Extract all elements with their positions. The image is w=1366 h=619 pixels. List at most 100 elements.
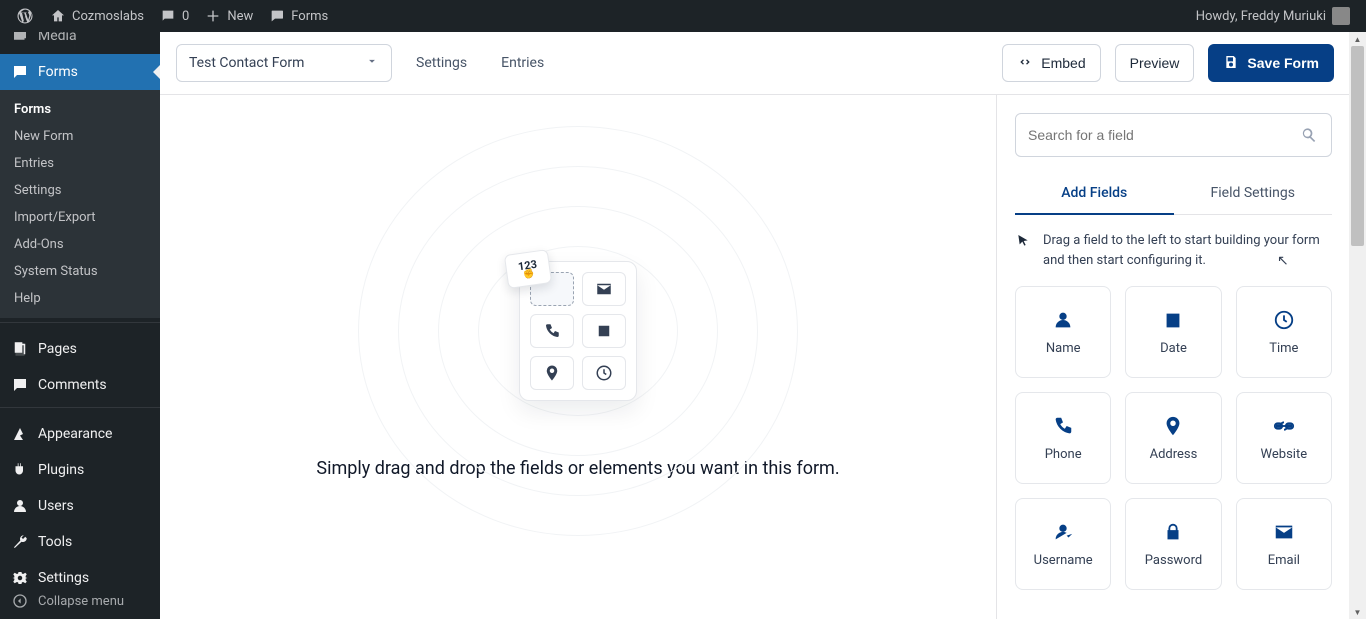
search-input[interactable]: [1028, 127, 1291, 143]
new-link[interactable]: New: [197, 0, 261, 32]
entries-link[interactable]: Entries: [491, 55, 554, 71]
fields-panel: Add Fields Field Settings Drag a field t…: [996, 95, 1350, 619]
plus-icon: [205, 8, 221, 24]
fields-grid: Name Date Time Phone Address Website Username P…: [1015, 286, 1332, 590]
website-icon: [1273, 415, 1295, 437]
submenu-system-status[interactable]: System Status: [0, 258, 160, 285]
forms-bubble-icon: [269, 8, 285, 24]
submenu-help[interactable]: Help: [0, 285, 160, 312]
field-search[interactable]: [1015, 113, 1332, 157]
collapse-menu[interactable]: Collapse menu: [0, 582, 160, 619]
field-label: Username: [1034, 553, 1093, 568]
submenu-settings[interactable]: Settings: [0, 177, 160, 204]
admin-sidebar: Media Forms Forms New Form Entries Setti…: [0, 32, 160, 619]
field-name[interactable]: Name: [1015, 286, 1111, 378]
avatar-icon: [1332, 7, 1350, 25]
page-scrollbar[interactable]: ▲ ▼: [1349, 32, 1366, 619]
scroll-thumb[interactable]: [1351, 46, 1364, 246]
settings-link[interactable]: Settings: [406, 55, 477, 71]
wordpress-icon: [16, 7, 34, 25]
forms-submenu: Forms New Form Entries Settings Import/E…: [0, 90, 160, 318]
address-icon: [1162, 415, 1184, 437]
editor-topbar: Test Contact Form Settings Entries Embed…: [160, 32, 1350, 95]
field-label: Name: [1046, 341, 1081, 356]
users-icon: [10, 496, 30, 516]
new-label: New: [227, 9, 253, 24]
site-name: Cozmoslabs: [72, 9, 144, 24]
submenu-import-export[interactable]: Import/Export: [0, 204, 160, 231]
username-icon: [1052, 521, 1074, 543]
preview-button[interactable]: Preview: [1115, 44, 1195, 82]
scroll-up-icon[interactable]: ▲: [1349, 32, 1366, 46]
comment-count: 0: [182, 9, 189, 24]
code-icon: [1017, 54, 1033, 73]
submenu-forms[interactable]: Forms: [0, 96, 160, 123]
form-name: Test Contact Form: [189, 55, 304, 71]
media-icon: [10, 32, 30, 46]
menu-media[interactable]: Media: [0, 32, 160, 54]
date-tile-icon: [582, 314, 626, 348]
forms-icon: [10, 62, 30, 82]
form-editor: Test Contact Form Settings Entries Embed…: [160, 32, 1350, 619]
tab-add-fields[interactable]: Add Fields: [1015, 173, 1174, 215]
pages-icon: [10, 339, 30, 359]
time-tile-icon: [582, 356, 626, 390]
menu-plugins[interactable]: Plugins: [0, 452, 160, 488]
field-label: Password: [1145, 553, 1202, 568]
field-label: Time: [1269, 341, 1298, 356]
date-icon: [1162, 309, 1184, 331]
submenu-entries[interactable]: Entries: [0, 150, 160, 177]
phone-icon: [1052, 415, 1074, 437]
field-website[interactable]: Website: [1236, 392, 1332, 484]
menu-users[interactable]: Users: [0, 488, 160, 524]
howdy-link[interactable]: Howdy, Freddy Muriuki: [1188, 0, 1358, 32]
field-password[interactable]: Password: [1125, 498, 1221, 590]
howdy-text: Howdy, Freddy Muriuki: [1196, 9, 1326, 24]
plugins-icon: [10, 460, 30, 480]
form-selector[interactable]: Test Contact Form: [176, 44, 392, 82]
wp-logo-menu[interactable]: [8, 0, 42, 32]
time-icon: [1273, 309, 1295, 331]
menu-tools[interactable]: Tools: [0, 524, 160, 560]
search-icon: [1299, 125, 1319, 145]
email-icon: [1273, 521, 1295, 543]
save-icon: [1223, 54, 1239, 73]
field-label: Phone: [1045, 447, 1082, 462]
phone-tile-icon: [530, 314, 574, 348]
cursor-icon: [1015, 233, 1031, 249]
chevron-down-icon: [365, 54, 379, 72]
field-email[interactable]: Email: [1236, 498, 1332, 590]
field-label: Date: [1160, 341, 1187, 356]
submenu-addons[interactable]: Add-Ons: [0, 231, 160, 258]
scroll-down-icon[interactable]: ▼: [1349, 605, 1366, 619]
field-label: Address: [1150, 447, 1198, 462]
field-address[interactable]: Address: [1125, 392, 1221, 484]
tab-field-settings[interactable]: Field Settings: [1174, 173, 1333, 214]
tools-icon: [10, 532, 30, 552]
field-time[interactable]: Time: [1236, 286, 1332, 378]
menu-appearance[interactable]: Appearance: [0, 416, 160, 452]
form-canvas[interactable]: 123✊ Simply drag and drop the fields or …: [160, 95, 996, 619]
field-date[interactable]: Date: [1125, 286, 1221, 378]
field-username[interactable]: Username: [1015, 498, 1111, 590]
empty-illustration: 123✊: [468, 236, 688, 426]
password-icon: [1162, 521, 1184, 543]
menu-comments[interactable]: Comments: [0, 367, 160, 403]
mouse-cursor-icon: ↖: [1277, 251, 1289, 272]
submenu-new-form[interactable]: New Form: [0, 123, 160, 150]
field-label: Website: [1261, 447, 1308, 462]
save-button[interactable]: Save Form: [1208, 44, 1334, 82]
site-link[interactable]: Cozmoslabs: [42, 0, 152, 32]
comments-link[interactable]: 0: [152, 0, 197, 32]
embed-button[interactable]: Embed: [1002, 44, 1100, 82]
admin-bar: Cozmoslabs 0 New Forms Howdy, Freddy Mur…: [0, 0, 1366, 32]
forms-link[interactable]: Forms: [261, 0, 336, 32]
drag-chip: 123✊: [504, 249, 552, 289]
email-tile-icon: [582, 272, 626, 306]
menu-pages[interactable]: Pages: [0, 331, 160, 367]
menu-forms[interactable]: Forms: [0, 54, 160, 90]
panel-tabs: Add Fields Field Settings: [1015, 173, 1332, 215]
field-phone[interactable]: Phone: [1015, 392, 1111, 484]
appearance-icon: [10, 424, 30, 444]
comments-icon: [10, 375, 30, 395]
